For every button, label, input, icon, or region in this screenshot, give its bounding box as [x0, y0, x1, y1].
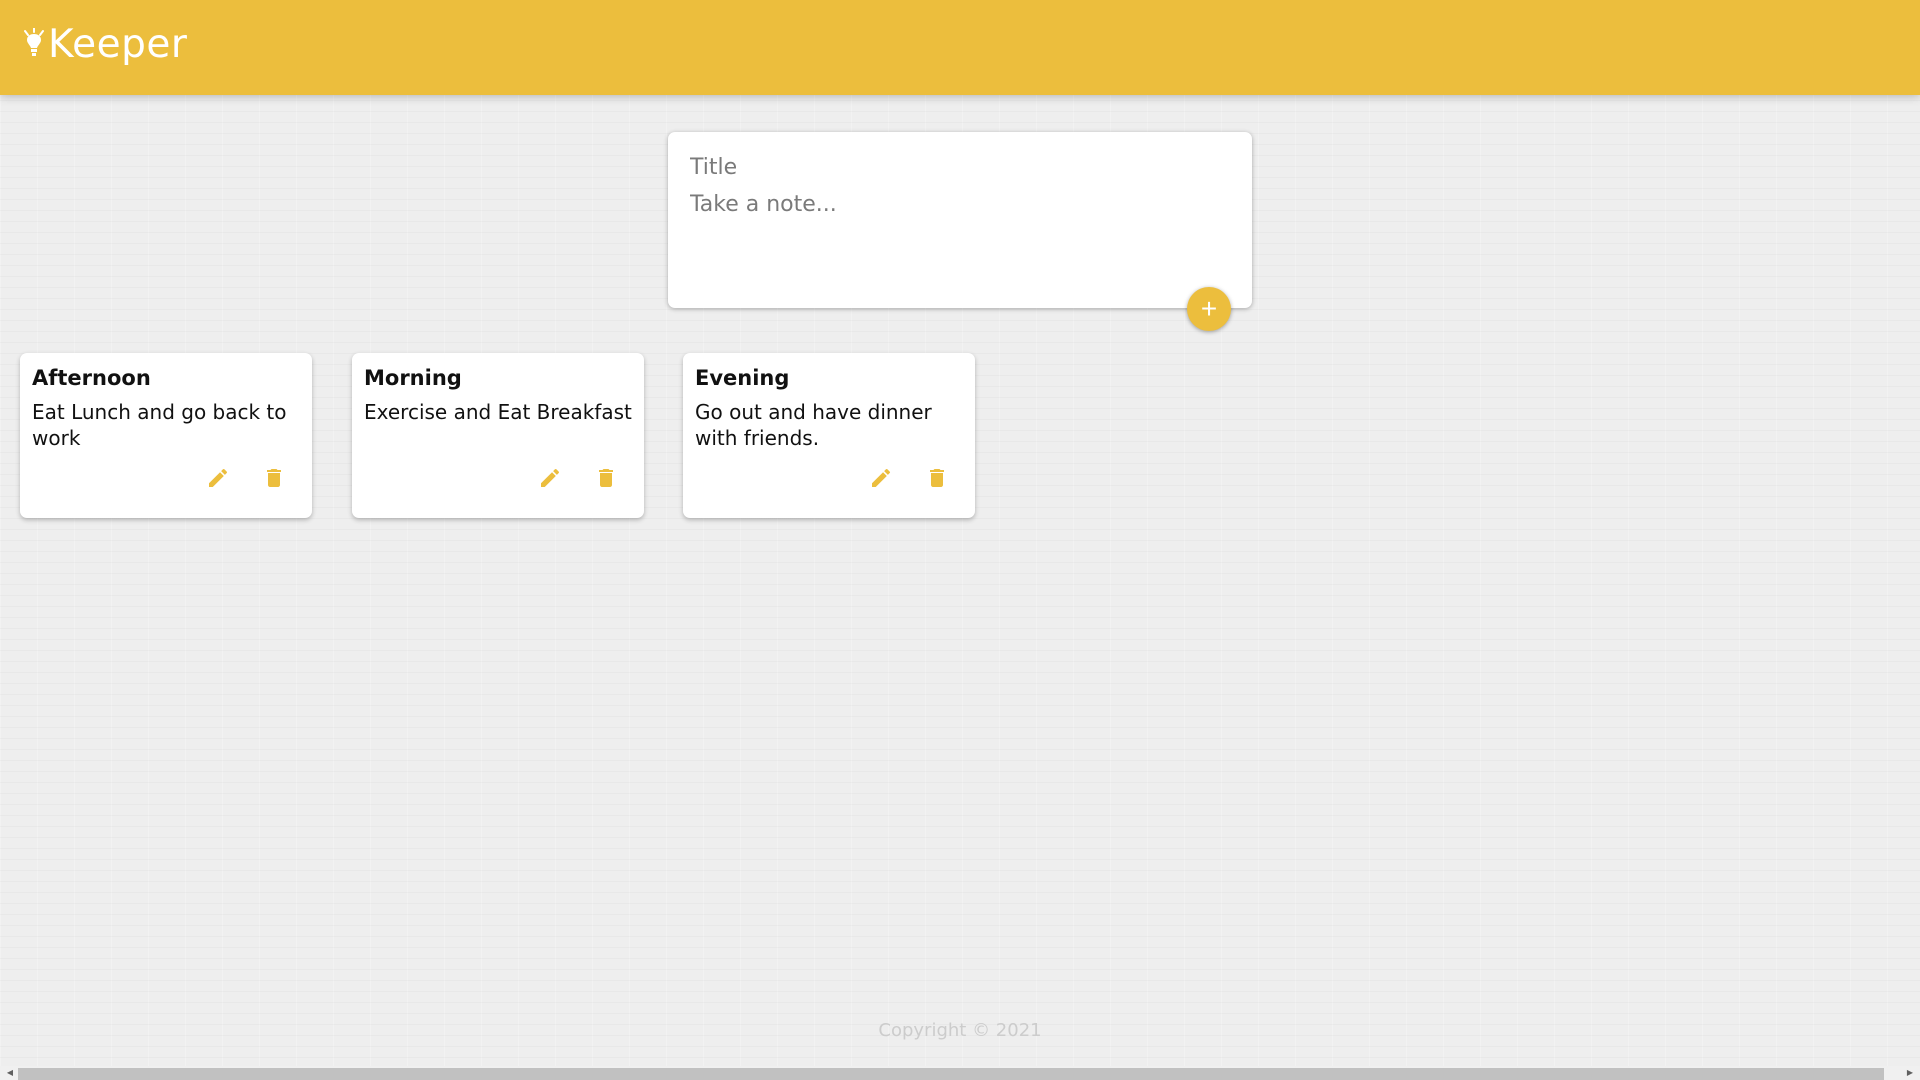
delete-note-button[interactable]	[588, 460, 624, 496]
note-composer	[668, 132, 1252, 308]
note-title: Evening	[695, 366, 790, 390]
note-title-input[interactable]	[690, 152, 1230, 182]
note-actions	[532, 460, 624, 496]
trash-icon	[599, 469, 613, 487]
footer: Copyright © 2021	[0, 1020, 1920, 1041]
app-title: Keeper	[48, 22, 188, 67]
app-header: Keeper	[0, 0, 1920, 95]
lightbulb-icon	[24, 27, 44, 56]
pencil-icon	[541, 468, 560, 487]
pencil-icon	[209, 468, 228, 487]
delete-note-button[interactable]	[919, 460, 955, 496]
note-content: Go out and have dinner with friends.	[695, 400, 932, 450]
note-actions	[200, 460, 292, 496]
edit-note-button[interactable]	[532, 460, 568, 496]
delete-note-button[interactable]	[256, 460, 292, 496]
edit-note-button[interactable]	[863, 460, 899, 496]
add-note-button[interactable]: +	[1187, 287, 1231, 331]
note-content-input[interactable]	[690, 190, 1230, 250]
scrollbar-thumb[interactable]	[18, 1068, 1884, 1080]
note-content: Exercise and Eat Breakfast	[364, 400, 632, 424]
pencil-icon	[872, 468, 891, 487]
copyright-text: Copyright © 2021	[878, 1020, 1042, 1041]
plus-icon: +	[1200, 293, 1218, 324]
note-card: Morning Exercise and Eat Breakfast	[352, 353, 644, 518]
note-title: Afternoon	[32, 366, 151, 390]
note-actions	[863, 460, 955, 496]
scroll-left-arrow-icon[interactable]: ◀	[2, 1066, 18, 1080]
note-card: Evening Go out and have dinner with frie…	[683, 353, 975, 518]
app-logo: Keeper	[22, 22, 187, 67]
trash-icon	[930, 469, 944, 487]
horizontal-scrollbar[interactable]: ◀ ▶	[0, 1066, 1920, 1080]
note-content: Eat Lunch and go back to work	[32, 400, 287, 450]
edit-note-button[interactable]	[200, 460, 236, 496]
scroll-right-arrow-icon[interactable]: ▶	[1902, 1066, 1918, 1080]
trash-icon	[267, 469, 281, 487]
note-title: Morning	[364, 366, 462, 390]
note-card: Afternoon Eat Lunch and go back to work	[20, 353, 312, 518]
